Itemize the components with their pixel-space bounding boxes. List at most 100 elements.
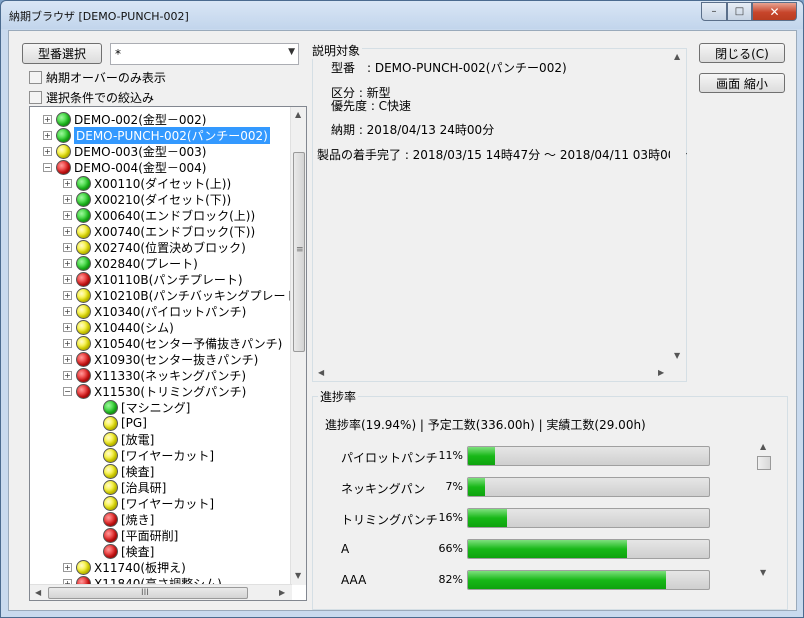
expand-icon[interactable]: + bbox=[63, 322, 72, 332]
tree-node-label[interactable]: [PG] bbox=[121, 416, 147, 430]
description-horizontal-scrollbar[interactable]: ◀ ▶ bbox=[313, 365, 672, 381]
tree-node[interactable]: + X10540(センター予備抜きパンチ) bbox=[63, 335, 282, 351]
tree-node[interactable]: + X10930(センター抜きパンチ) bbox=[63, 351, 258, 367]
tree-node[interactable]: + X00110(ダイセット(上)) bbox=[63, 175, 231, 191]
overdue-only-checkbox[interactable]: 納期オーバーのみ表示 bbox=[29, 69, 166, 86]
close-button[interactable]: 閉じる(C) bbox=[699, 43, 785, 63]
tree-node-label[interactable]: X10210B(パンチバッキングプレート bbox=[94, 287, 292, 304]
tree-node-label[interactable]: X00740(エンドブロック(下)) bbox=[94, 223, 255, 240]
expand-icon[interactable]: + bbox=[63, 258, 72, 268]
tree-node[interactable]: + X02840(プレート) bbox=[63, 255, 198, 271]
tree-node[interactable]: + X10210B(パンチバッキングプレート bbox=[63, 287, 292, 303]
tree-node-label[interactable]: X10340(パイロットパンチ) bbox=[94, 303, 246, 320]
title-bar[interactable]: 納期ブラウザ [DEMO-PUNCH-002] – □ ✕ bbox=[1, 1, 803, 29]
expand-icon[interactable]: + bbox=[63, 306, 72, 316]
tree-node-label[interactable]: DEMO-003(金型－003) bbox=[74, 143, 206, 160]
expand-icon[interactable]: + bbox=[43, 114, 52, 124]
scroll-left-icon[interactable]: ◀ bbox=[35, 588, 41, 597]
progress-vscroll-thumb[interactable] bbox=[757, 456, 771, 470]
tree-node[interactable]: [検査] bbox=[90, 543, 154, 559]
tree-horizontal-scrollbar[interactable]: ◀ III ▶ bbox=[30, 584, 292, 600]
tree-node-label[interactable]: [ワイヤーカット] bbox=[121, 447, 214, 464]
progress-vertical-scrollbar[interactable]: ▲ ▼ bbox=[756, 442, 772, 582]
expand-icon[interactable]: + bbox=[63, 562, 72, 572]
close-window-button[interactable]: ✕ bbox=[752, 2, 797, 21]
tree-node-label[interactable]: X10930(センター抜きパンチ) bbox=[94, 351, 258, 368]
collapse-icon[interactable]: − bbox=[43, 162, 52, 172]
tree-node-label[interactable]: [マシニング] bbox=[121, 399, 190, 416]
tree-node[interactable]: + DEMO-PUNCH-002(パンチー002) bbox=[43, 126, 270, 144]
expand-icon[interactable]: + bbox=[63, 338, 72, 348]
tree-node-label[interactable]: DEMO-PUNCH-002(パンチー002) bbox=[74, 126, 270, 144]
tree-node[interactable]: − DEMO-004(金型－004) bbox=[43, 159, 206, 175]
tree-node[interactable]: + X10110B(パンチプレート) bbox=[63, 271, 243, 287]
tree-node-label[interactable]: X11530(トリミングパンチ) bbox=[94, 383, 246, 400]
scroll-down-icon[interactable]: ▼ bbox=[674, 351, 680, 360]
tree-node[interactable]: [マシニング] bbox=[90, 399, 190, 415]
tree-node[interactable]: [放電] bbox=[90, 431, 154, 447]
tree-node-label[interactable]: X11740(板押え) bbox=[94, 559, 186, 576]
tree-hscroll-thumb[interactable]: III bbox=[48, 587, 248, 599]
tree-node[interactable]: [PG] bbox=[90, 415, 147, 431]
tree-vertical-scrollbar[interactable]: ▲ ≡ ▼ bbox=[290, 107, 306, 585]
tree-node-label[interactable]: X00110(ダイセット(上)) bbox=[94, 175, 231, 192]
description-vertical-scrollbar[interactable]: ▲ ▼ bbox=[670, 49, 686, 365]
tree-node[interactable]: + X02740(位置決めブロック) bbox=[63, 239, 246, 255]
model-select-button[interactable]: 型番選択 bbox=[22, 43, 102, 64]
expand-icon[interactable]: + bbox=[43, 146, 52, 156]
model-combo[interactable]: * ▼ bbox=[110, 43, 299, 65]
maximize-button[interactable]: □ bbox=[727, 2, 752, 21]
tree-node[interactable]: [ワイヤーカット] bbox=[90, 447, 214, 463]
order-tree[interactable]: + DEMO-002(金型－002) + DEMO-PUNCH-002(パンチー002… bbox=[29, 106, 307, 601]
scroll-left-icon[interactable]: ◀ bbox=[318, 368, 324, 377]
tree-node[interactable]: + DEMO-002(金型－002) bbox=[43, 111, 206, 127]
tree-node[interactable]: [平面研削] bbox=[90, 527, 178, 543]
tree-node-label[interactable]: X10540(センター予備抜きパンチ) bbox=[94, 335, 282, 352]
expand-icon[interactable]: + bbox=[63, 194, 72, 204]
chevron-down-icon[interactable]: ▼ bbox=[288, 47, 295, 57]
scroll-up-icon[interactable]: ▲ bbox=[295, 110, 301, 119]
tree-node-label[interactable]: [治具研] bbox=[121, 479, 166, 496]
expand-icon[interactable]: + bbox=[63, 274, 72, 284]
tree-node[interactable]: − X11530(トリミングパンチ) bbox=[63, 383, 246, 399]
scroll-right-icon[interactable]: ▶ bbox=[279, 588, 285, 597]
checkbox-box[interactable] bbox=[29, 71, 42, 84]
tree-node-label[interactable]: [放電] bbox=[121, 431, 154, 448]
tree-node-label[interactable]: X10110B(パンチプレート) bbox=[94, 271, 243, 288]
scroll-right-icon[interactable]: ▶ bbox=[658, 368, 664, 377]
collapse-icon[interactable]: − bbox=[63, 386, 72, 396]
tree-node-label[interactable]: X00640(エンドブロック(上)) bbox=[94, 207, 255, 224]
tree-node[interactable]: + X00640(エンドブロック(上)) bbox=[63, 207, 255, 223]
tree-node-label[interactable]: DEMO-002(金型－002) bbox=[74, 111, 206, 128]
tree-node[interactable]: [治具研] bbox=[90, 479, 166, 495]
expand-icon[interactable]: + bbox=[63, 290, 72, 300]
expand-icon[interactable]: + bbox=[43, 130, 52, 140]
tree-node-label[interactable]: [焼き] bbox=[121, 511, 154, 528]
tree-node-label[interactable]: X02740(位置決めブロック) bbox=[94, 239, 246, 256]
tree-node[interactable]: + X11740(板押え) bbox=[63, 559, 186, 575]
scroll-up-icon[interactable]: ▲ bbox=[674, 52, 680, 61]
tree-node[interactable]: [焼き] bbox=[90, 511, 154, 527]
expand-icon[interactable]: + bbox=[63, 354, 72, 364]
tree-node[interactable]: + X10440(シム) bbox=[63, 319, 174, 335]
expand-icon[interactable]: + bbox=[63, 226, 72, 236]
minimize-button[interactable]: – bbox=[701, 2, 727, 21]
tree-node-label[interactable]: X00210(ダイセット(下)) bbox=[94, 191, 231, 208]
scroll-down-icon[interactable]: ▼ bbox=[295, 571, 301, 580]
tree-vscroll-thumb[interactable]: ≡ bbox=[293, 152, 305, 352]
shrink-screen-button[interactable]: 画面 縮小 bbox=[699, 73, 785, 93]
tree-node[interactable]: + DEMO-003(金型－003) bbox=[43, 143, 206, 159]
tree-node-label[interactable]: X02840(プレート) bbox=[94, 255, 198, 272]
tree-node[interactable]: [ワイヤーカット] bbox=[90, 495, 214, 511]
tree-node-label[interactable]: [ワイヤーカット] bbox=[121, 495, 214, 512]
checkbox-box[interactable] bbox=[29, 91, 42, 104]
tree-node-label[interactable]: DEMO-004(金型－004) bbox=[74, 159, 206, 176]
scroll-up-icon[interactable]: ▲ bbox=[760, 442, 766, 451]
filter-condition-checkbox[interactable]: 選択条件での絞込み bbox=[29, 89, 154, 106]
expand-icon[interactable]: + bbox=[63, 210, 72, 220]
tree-node-label[interactable]: [検査] bbox=[121, 463, 154, 480]
tree-node-label[interactable]: [検査] bbox=[121, 543, 154, 560]
expand-icon[interactable]: + bbox=[63, 242, 72, 252]
tree-node[interactable]: [検査] bbox=[90, 463, 154, 479]
tree-node-label[interactable]: X11330(ネッキングパンチ) bbox=[94, 367, 246, 384]
